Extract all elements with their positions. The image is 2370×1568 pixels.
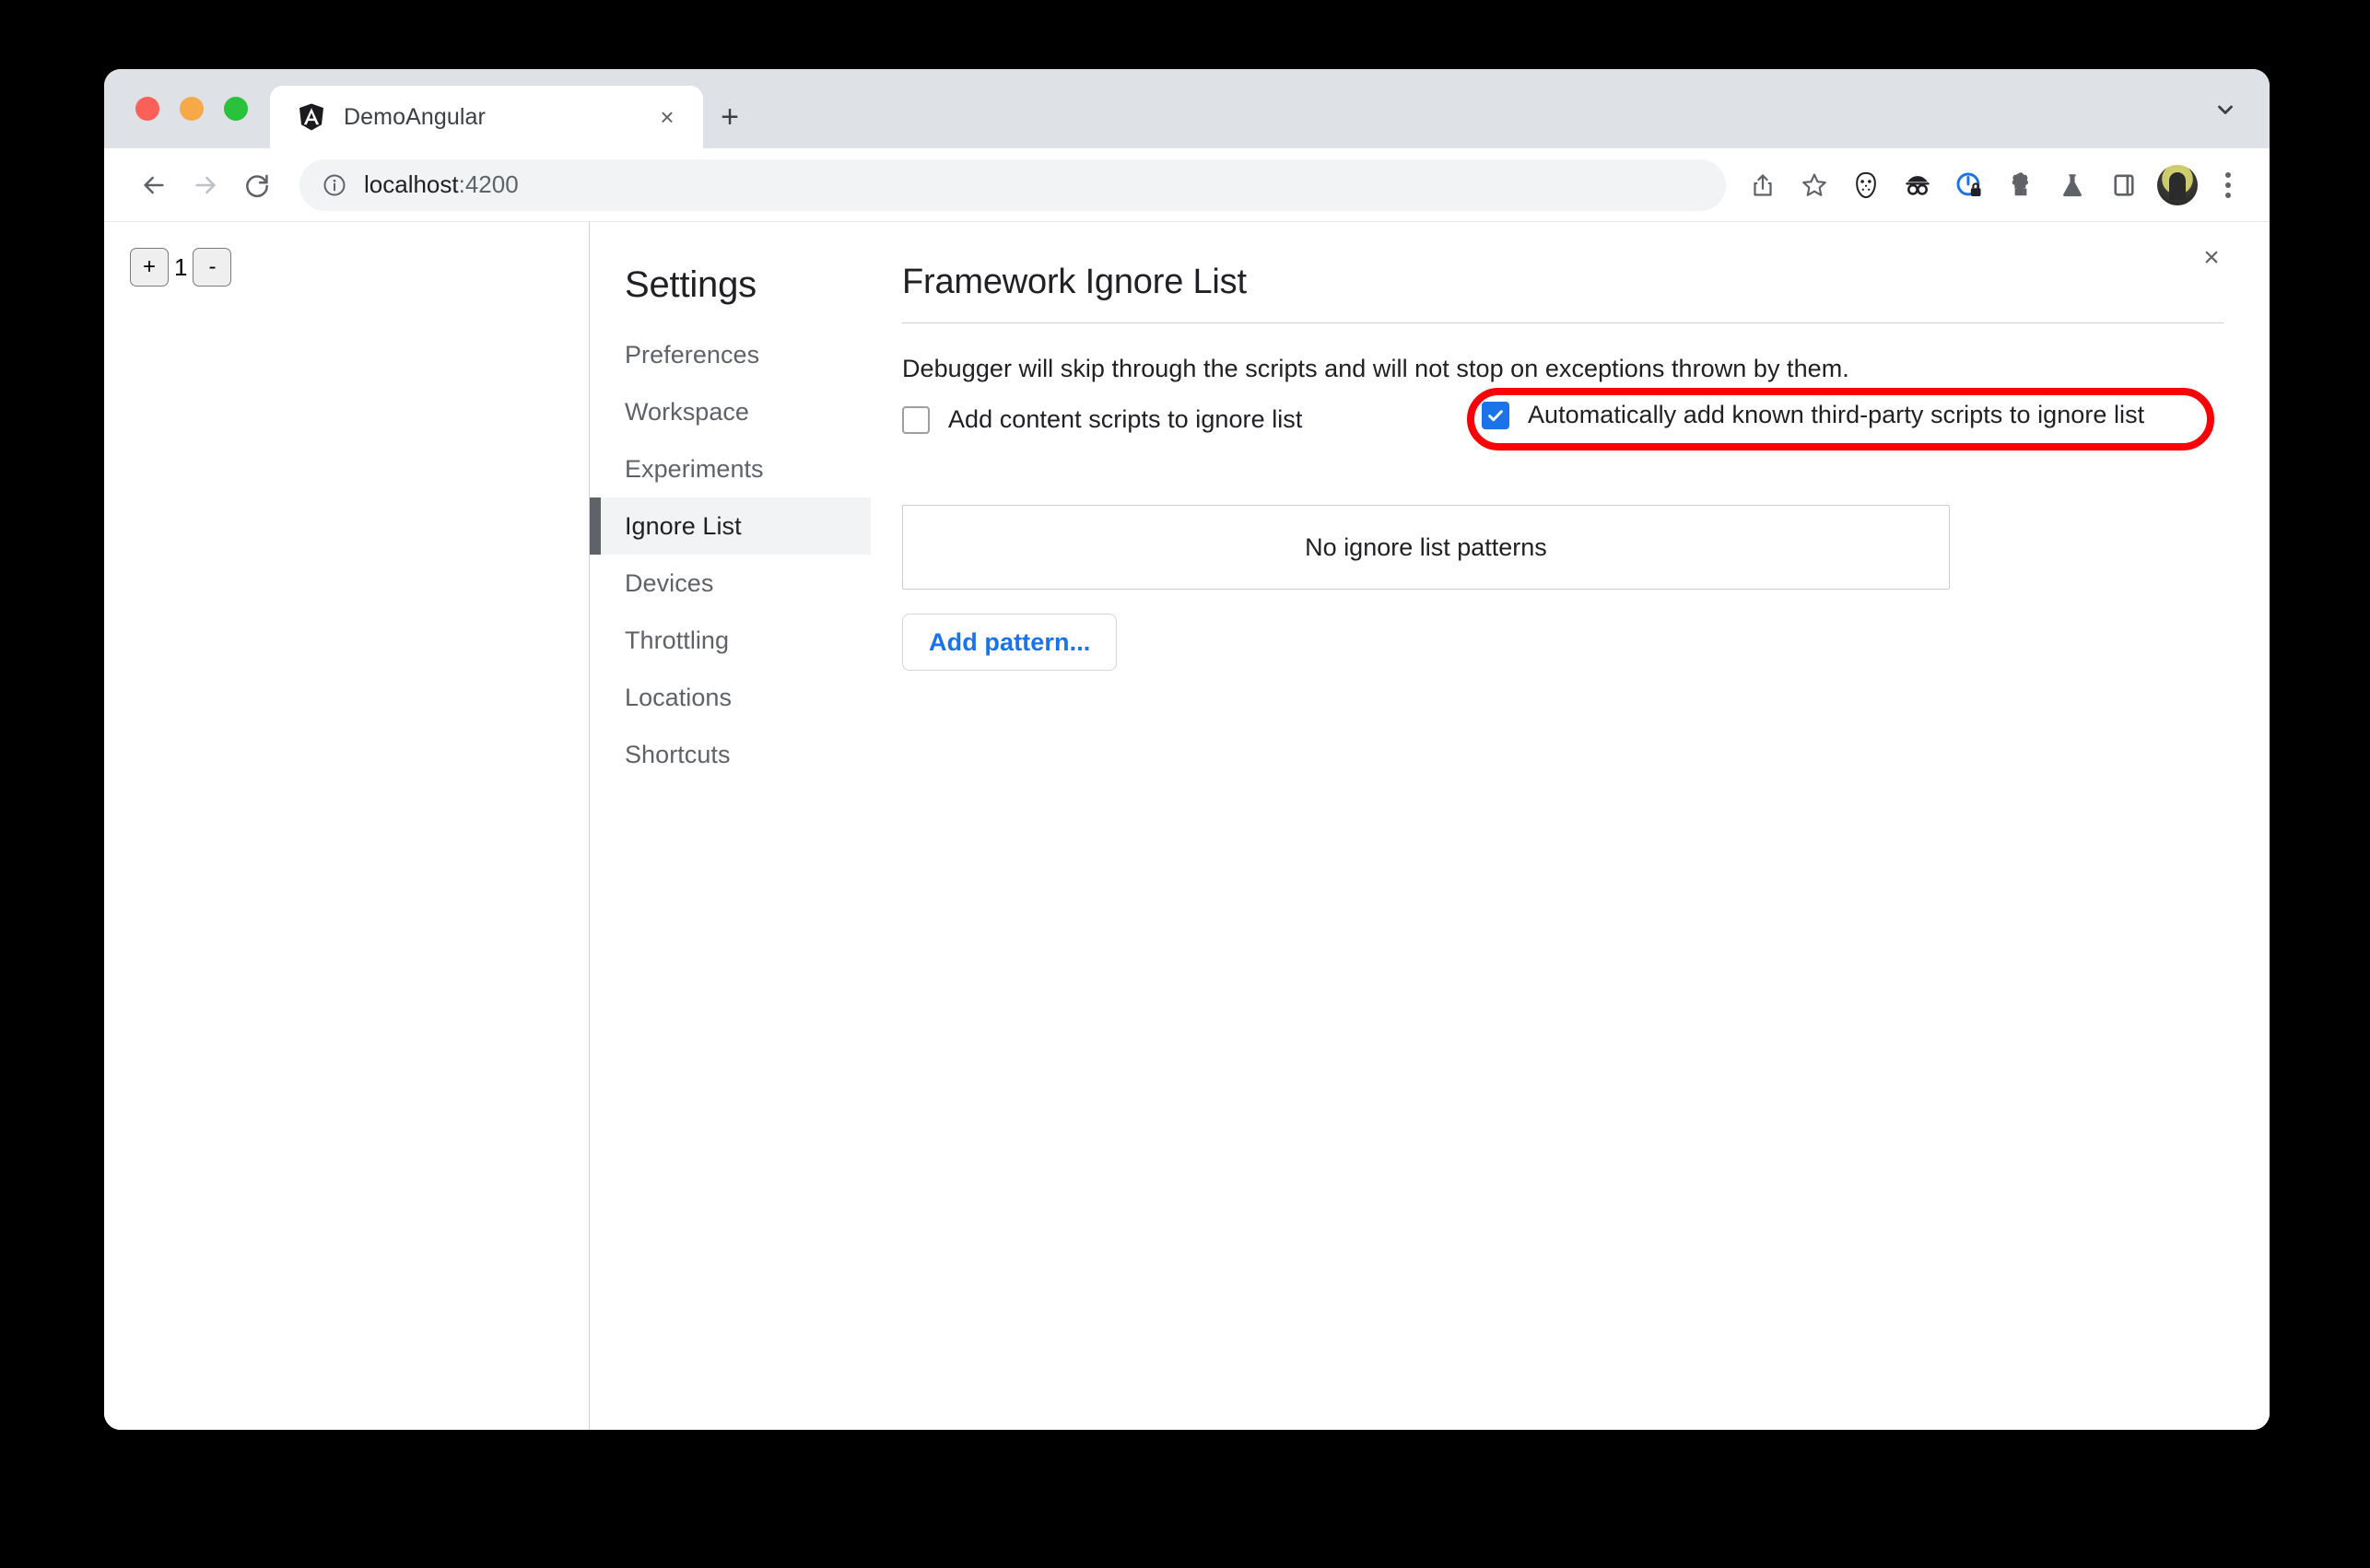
counter-value: 1 [174,252,188,281]
sidebar-item-label: Shortcuts [625,740,731,768]
counter-decrement-button[interactable]: - [193,248,232,287]
share-icon[interactable] [1739,161,1787,209]
window-maximize-button[interactable] [224,97,248,121]
close-icon[interactable]: × [2190,237,2233,279]
address-bar[interactable]: localhost:4200 [299,158,1726,211]
empty-patterns-text: No ignore list patterns [1305,532,1547,561]
address-bar-url: localhost:4200 [364,170,519,199]
forward-button[interactable] [180,159,231,211]
sidebar-item-devices[interactable]: Devices [590,555,871,612]
angular-logo-icon [296,101,327,133]
page-content: + 1 - [104,222,590,1430]
browser-tab[interactable]: DemoAngular × [270,86,703,148]
chevron-down-icon[interactable] [2205,89,2246,130]
counter-increment-button[interactable]: + [130,248,169,287]
sidebar-item-throttling[interactable]: Throttling [590,612,871,669]
new-tab-button[interactable]: + [703,86,757,148]
devtools-settings-pane: × Settings Preferences Workspace Experim… [590,222,2270,1430]
info-circle-icon[interactable] [322,172,347,198]
goggles-extension-icon[interactable] [1894,161,1942,209]
settings-sidebar: Settings Preferences Workspace Experimen… [590,222,871,1430]
page-title: Settings [625,264,757,305]
sidebar-item-label: Throttling [625,626,730,654]
tab-strip: DemoAngular × + [104,69,2270,148]
window-minimize-button[interactable] [180,97,204,121]
sidebar-item-label: Devices [625,568,714,597]
checkbox-label: Add content scripts to ignore list [948,405,1303,433]
tab-close-icon[interactable]: × [651,101,683,133]
puzzle-extensions-icon[interactable] [1997,161,2045,209]
privacy-lock-extension-icon[interactable] [1945,161,1993,209]
browser-viewport: + 1 - × Settings Preferences Workspace E… [104,222,2270,1430]
browser-tab-title: DemoAngular [344,103,486,130]
window-traffic-lights [104,69,270,148]
hockey-mask-extension-icon[interactable] [1842,161,1890,209]
bookmark-star-icon[interactable] [1790,161,1838,209]
sidebar-item-shortcuts[interactable]: Shortcuts [590,726,871,783]
sidebar-item-locations[interactable]: Locations [590,669,871,726]
sidebar-item-preferences[interactable]: Preferences [590,326,871,383]
empty-patterns-message: No ignore list patterns [902,505,1950,590]
checkbox-label: Automatically add known third-party scri… [1528,401,2145,428]
address-bar-host: localhost [364,170,459,198]
browser-window: DemoAngular × + localhost:4200 + 1 - × S… [104,69,2270,1430]
address-bar-port: :4200 [458,170,519,198]
add-pattern-button[interactable]: Add pattern... [902,614,1118,671]
sidebar-item-label: Preferences [625,340,760,369]
panel-title: Framework Ignore List [902,263,1247,301]
sidebar-item-ignore-list[interactable]: Ignore List [590,497,871,555]
sidebar-item-label: Locations [625,683,733,711]
back-button[interactable] [128,159,180,211]
checkbox-unchecked-icon[interactable] [902,405,930,434]
kebab-menu-icon[interactable] [2207,161,2249,209]
counter-widget: + 1 - [130,248,589,287]
sidebar-item-label: Workspace [625,397,750,426]
title-divider [902,322,2223,323]
sidebar-item-experiments[interactable]: Experiments [590,440,871,497]
user-avatar[interactable] [2157,164,2198,205]
flask-experiments-icon[interactable] [2048,161,2096,209]
toolbar-actions [1739,161,2249,209]
sidebar-item-label: Ignore List [625,511,742,540]
sidebar-item-label: Experiments [625,454,764,483]
sidebar-item-workspace[interactable]: Workspace [590,383,871,440]
panel-description: Debugger will skip through the scripts a… [902,355,1849,382]
highlighted-checkbox-row-auto-third-party[interactable]: Automatically add known third-party scri… [1482,401,2144,429]
reload-button[interactable] [231,159,283,211]
browser-toolbar: localhost:4200 [104,148,2270,222]
checkbox-checked-icon[interactable] [1482,401,1509,429]
side-panel-icon[interactable] [2100,161,2148,209]
window-close-button[interactable] [135,97,159,121]
